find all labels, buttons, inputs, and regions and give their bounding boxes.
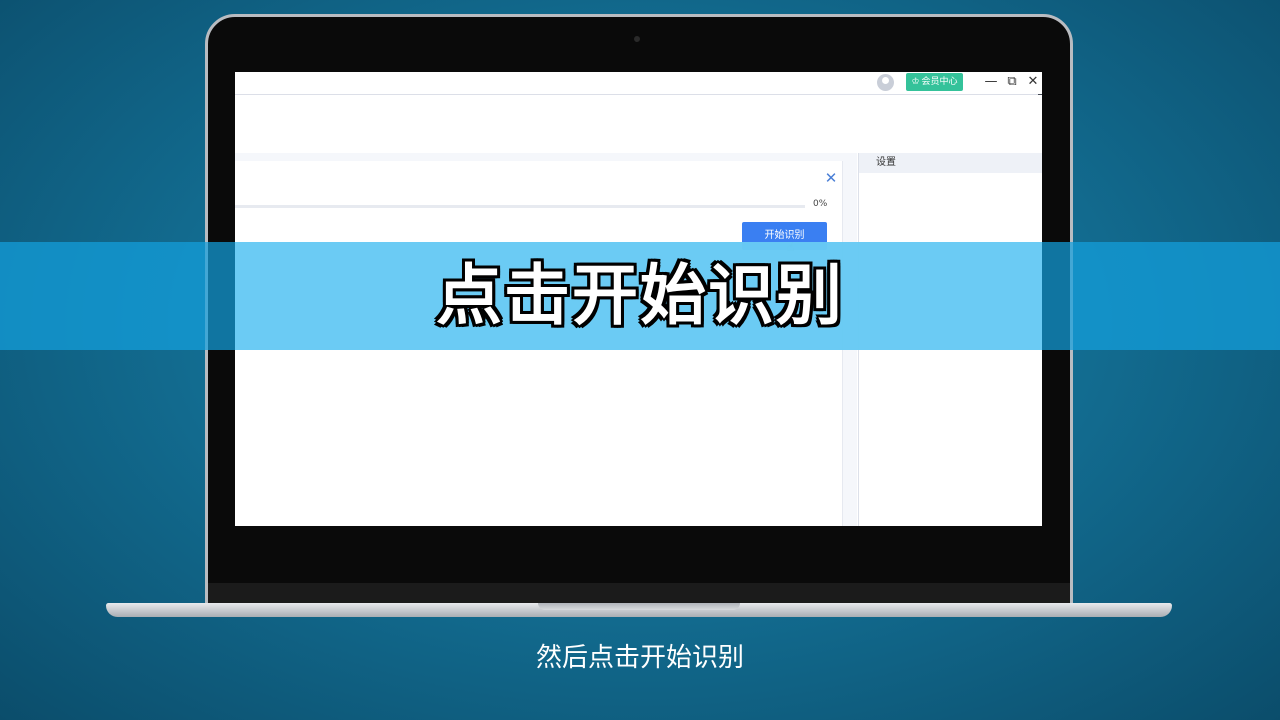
member-center-label: 会员中心 [921, 77, 958, 87]
toolbar-area [235, 95, 1042, 153]
progress-bar [235, 205, 805, 208]
webcam [634, 36, 640, 42]
laptop-hinge-notch [538, 603, 740, 610]
settings-panel-title: 设置 [859, 153, 1042, 173]
minimize-button[interactable]: — [982, 73, 1000, 91]
title-bar: ♔ 会员中心 — ⧉ ✕ [235, 72, 1042, 95]
restore-button[interactable]: ⧉ [1003, 73, 1021, 91]
member-center-button[interactable]: ♔ 会员中心 [906, 73, 963, 91]
user-avatar-icon[interactable] [877, 74, 894, 91]
progress-label: 0% [813, 199, 828, 209]
close-window-button[interactable]: ✕ [1024, 73, 1042, 91]
video-subtitle: 然后点击开始识别 [535, 643, 744, 673]
caption-banner-text: 点击开始识别 [436, 257, 844, 334]
laptop-bezel-bottom [208, 583, 1070, 605]
crown-icon: ♔ [911, 77, 920, 87]
dialog-close-icon[interactable]: ✕ [823, 170, 839, 186]
